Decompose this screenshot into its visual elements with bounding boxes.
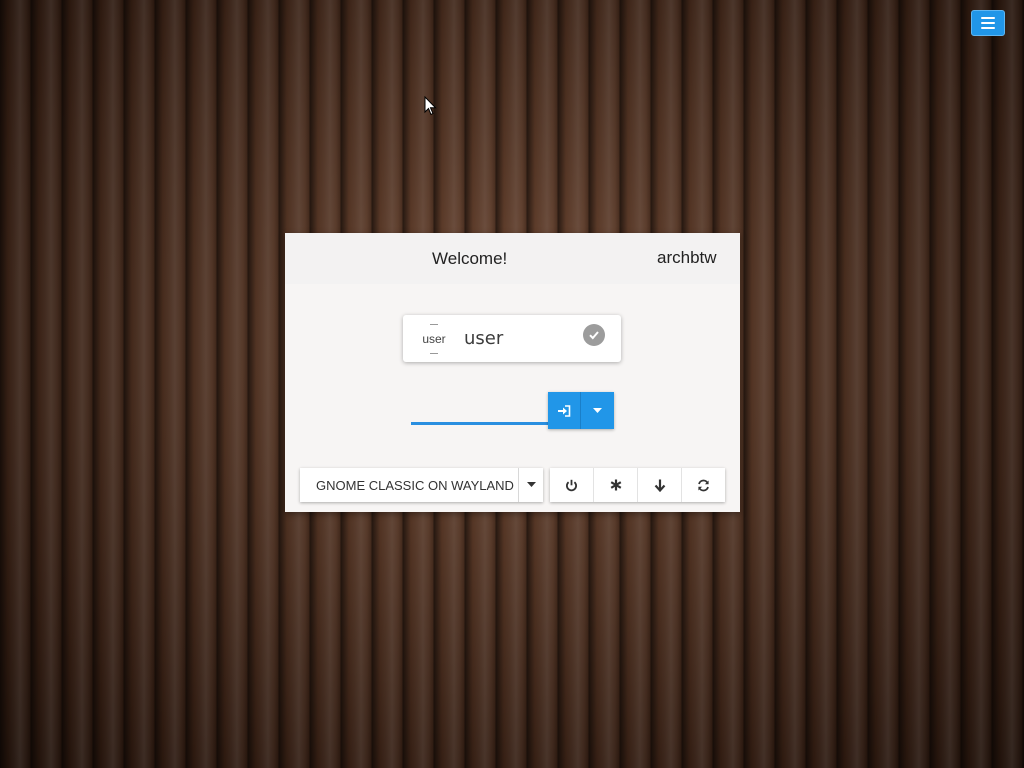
restart-button[interactable] <box>682 468 725 502</box>
session-dropdown-button[interactable] <box>519 468 543 502</box>
check-icon <box>583 324 605 346</box>
hamburger-menu-button[interactable] <box>971 10 1005 36</box>
login-button[interactable] <box>548 392 581 429</box>
caret-down-icon <box>526 482 536 487</box>
hamburger-icon-bar <box>981 27 995 29</box>
login-panel: Welcome! archbtw user user GNOME CLASSIC… <box>285 233 740 512</box>
sign-in-icon <box>557 404 570 417</box>
power-icon <box>566 479 577 491</box>
asterisk-icon <box>610 479 621 491</box>
login-options-button[interactable] <box>581 392 614 429</box>
welcome-title: Welcome! <box>432 249 508 268</box>
hostname-label: archbtw <box>657 248 717 267</box>
password-input[interactable] <box>411 393 550 425</box>
login-button-group <box>548 392 614 429</box>
hamburger-icon <box>981 17 995 19</box>
caret-down-icon <box>593 407 602 413</box>
user-avatar: user <box>418 324 450 354</box>
hibernate-button[interactable] <box>638 468 682 502</box>
hamburger-icon-bar <box>981 22 995 24</box>
session-label: GNOME CLASSIC ON WAYLAND <box>300 468 519 502</box>
shutdown-button[interactable] <box>550 468 594 502</box>
mouse-cursor-icon <box>424 96 437 116</box>
panel-header: Welcome! archbtw <box>285 233 740 284</box>
suspend-button[interactable] <box>594 468 638 502</box>
arrow-down-icon <box>654 479 665 492</box>
power-actions <box>550 468 725 502</box>
desktop-background: Welcome! archbtw user user GNOME CLASSIC… <box>0 0 1024 768</box>
refresh-icon <box>698 479 709 491</box>
avatar-text: user <box>422 332 446 346</box>
user-selector[interactable]: user user <box>403 315 621 362</box>
session-select[interactable]: GNOME CLASSIC ON WAYLAND <box>300 468 543 502</box>
username-label: user <box>464 328 504 349</box>
